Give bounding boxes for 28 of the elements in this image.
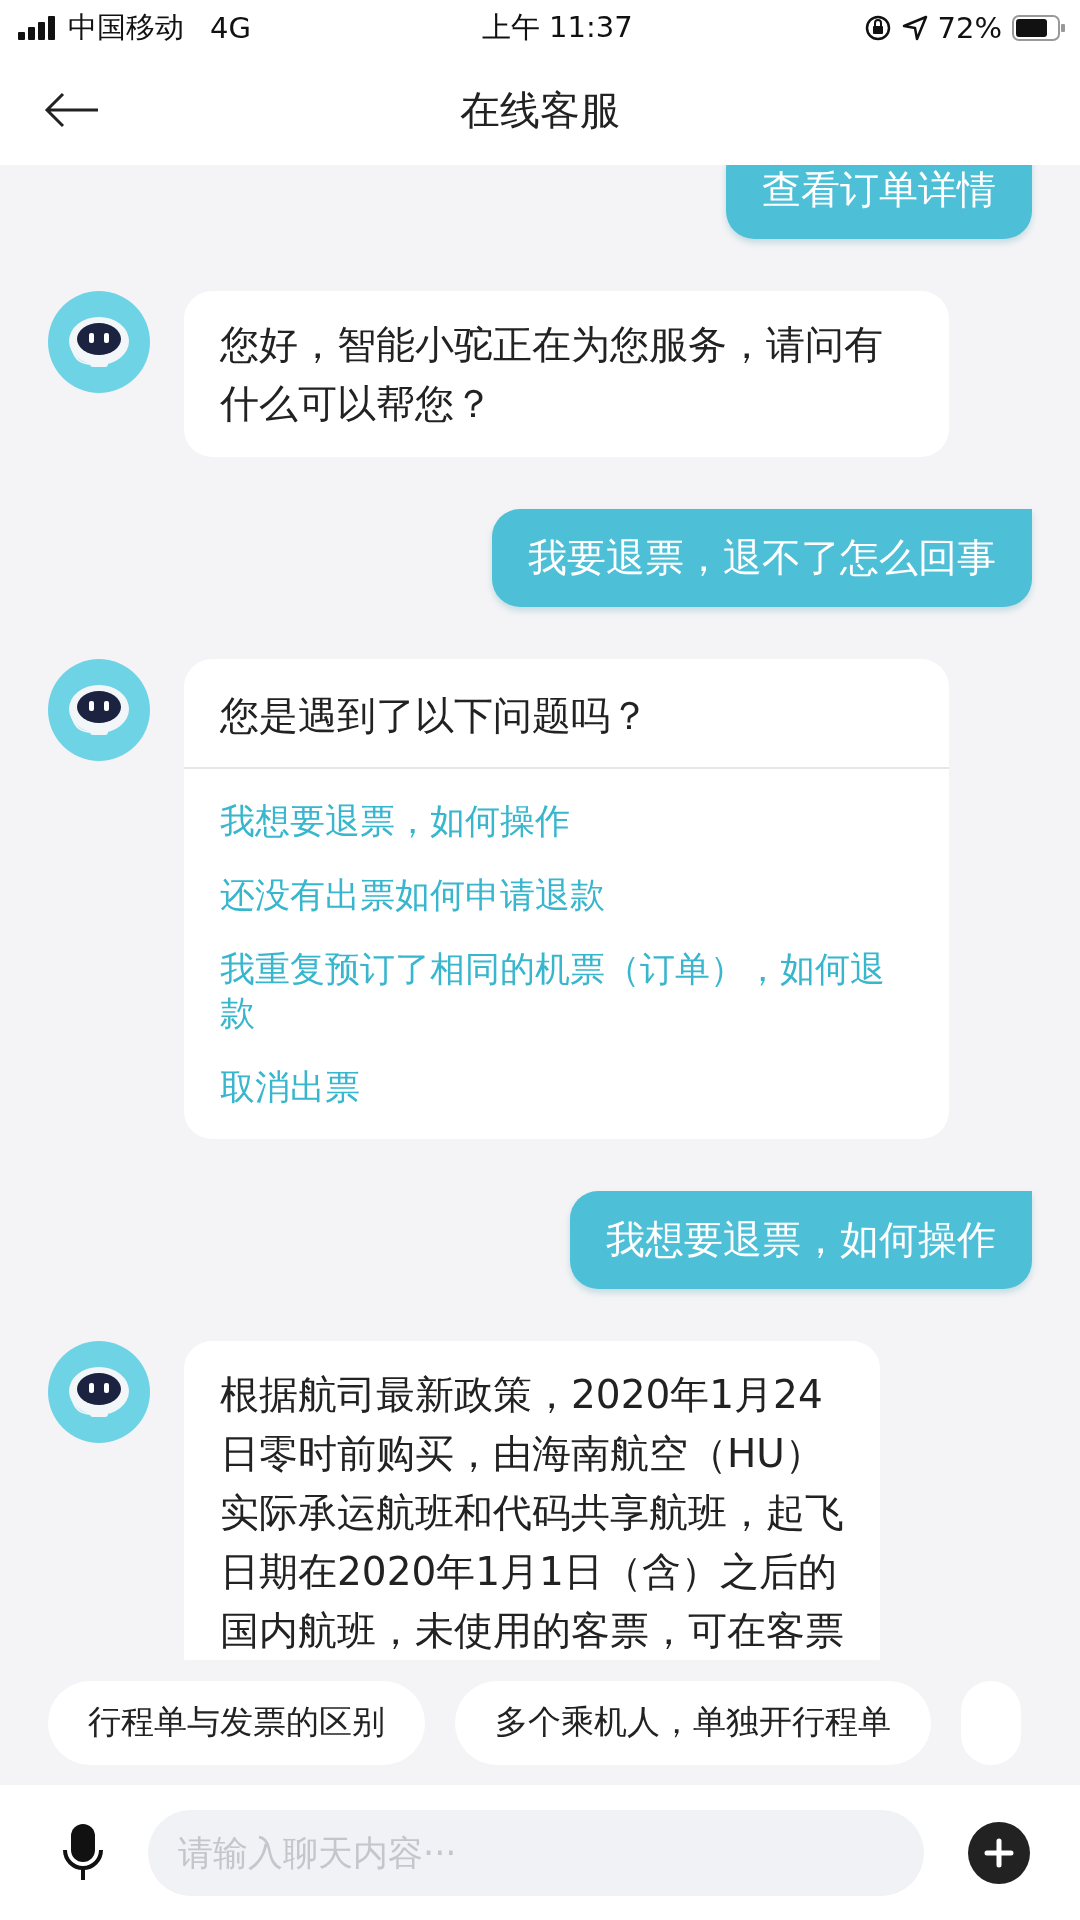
battery-icon: [1012, 14, 1066, 41]
status-time: 上午 11:37: [481, 8, 633, 46]
robot-avatar-icon: [48, 659, 150, 761]
signal-icon: [18, 15, 58, 40]
robot-avatar-icon: [48, 1341, 150, 1443]
rotation-lock-icon: [863, 13, 892, 42]
battery-percent: 72%: [937, 10, 1002, 45]
carrier-name: 中国移动: [68, 8, 184, 46]
suggested-question-link[interactable]: 还没有出票如何申请退款: [220, 873, 913, 917]
network-type: 4G: [210, 10, 251, 45]
back-arrow-icon: [44, 92, 100, 128]
suggested-question-link[interactable]: 取消出票: [220, 1065, 913, 1109]
location-arrow-icon: [901, 14, 928, 41]
plus-icon: [984, 1837, 1014, 1868]
quick-reply-chip[interactable]: 多个乘机人，单独开行程单: [455, 1680, 931, 1765]
back-button[interactable]: [44, 92, 100, 128]
bot-message: 您好，智能小驼正在为您服务，请问有什么可以帮您？: [184, 291, 949, 457]
user-message: 查看订单详情: [726, 165, 1032, 239]
question-text: 您是遇到了以下问题吗？: [184, 659, 949, 769]
suggested-question-link[interactable]: 我重复预订了相同的机票（订单），如何退款: [220, 947, 913, 1035]
robot-avatar-icon: [48, 291, 150, 393]
bot-message: 根据航司最新政策，2020年1月24 日零时前购买，由海南航空（HU） 实际承运航班和代码共享航班，起飞 日期在2020年1月1日（含）之后的 国内航班，未使用的客票，可在客票: [184, 1341, 880, 1660]
user-message: 我想要退票，如何操作: [570, 1191, 1032, 1289]
quick-reply-chip[interactable]: 行程单与发票的区别: [48, 1680, 425, 1765]
user-message: 我要退票，退不了怎么回事: [492, 509, 1032, 607]
microphone-icon[interactable]: [62, 1823, 104, 1882]
suggested-question-link[interactable]: 我想要退票，如何操作: [220, 799, 913, 843]
page-title: 在线客服: [460, 85, 620, 135]
